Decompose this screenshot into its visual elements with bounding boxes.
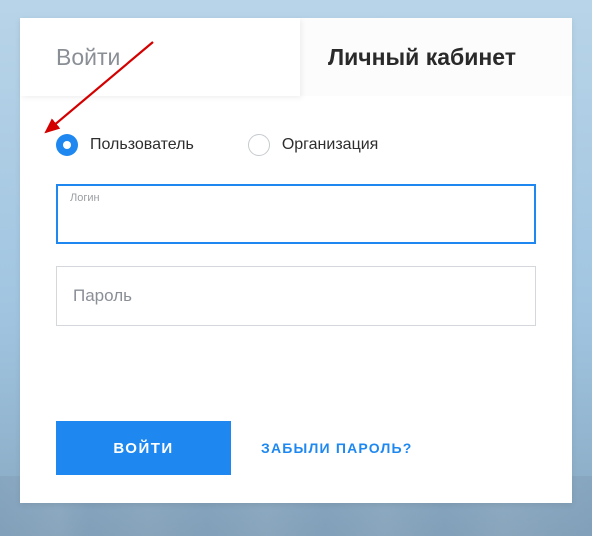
login-input-wrap: Логин bbox=[56, 184, 536, 244]
forgot-password-label: ЗАБЫЛИ ПАРОЛЬ? bbox=[261, 440, 413, 456]
tab-cabinet-label: Личный кабинет bbox=[328, 44, 516, 71]
radio-organization[interactable]: Организация bbox=[248, 134, 379, 156]
login-button[interactable]: ВОЙТИ bbox=[56, 421, 231, 475]
actions-row: ВОЙТИ ЗАБЫЛИ ПАРОЛЬ? bbox=[56, 421, 413, 475]
radio-user[interactable]: Пользователь bbox=[56, 134, 194, 156]
forgot-password-link[interactable]: ЗАБЫЛИ ПАРОЛЬ? bbox=[261, 440, 413, 456]
login-input[interactable] bbox=[58, 186, 534, 242]
tabs-row: Войти Личный кабинет bbox=[20, 18, 572, 96]
login-button-label: ВОЙТИ bbox=[113, 440, 173, 457]
login-panel: Войти Личный кабинет Пользователь Органи… bbox=[20, 18, 572, 503]
radio-icon-unselected bbox=[248, 134, 270, 156]
radio-icon-selected bbox=[56, 134, 78, 156]
password-input[interactable] bbox=[57, 267, 535, 325]
radio-org-label: Организация bbox=[282, 136, 379, 154]
account-type-radios: Пользователь Организация bbox=[56, 134, 536, 156]
radio-user-label: Пользователь bbox=[90, 136, 194, 154]
tab-cabinet[interactable]: Личный кабинет bbox=[300, 18, 572, 96]
tab-login-label: Войти bbox=[56, 44, 120, 71]
form-area: Пользователь Организация Логин bbox=[20, 96, 572, 326]
login-floating-label: Логин bbox=[70, 192, 100, 204]
tab-login[interactable]: Войти bbox=[20, 18, 300, 96]
password-input-wrap bbox=[56, 266, 536, 326]
